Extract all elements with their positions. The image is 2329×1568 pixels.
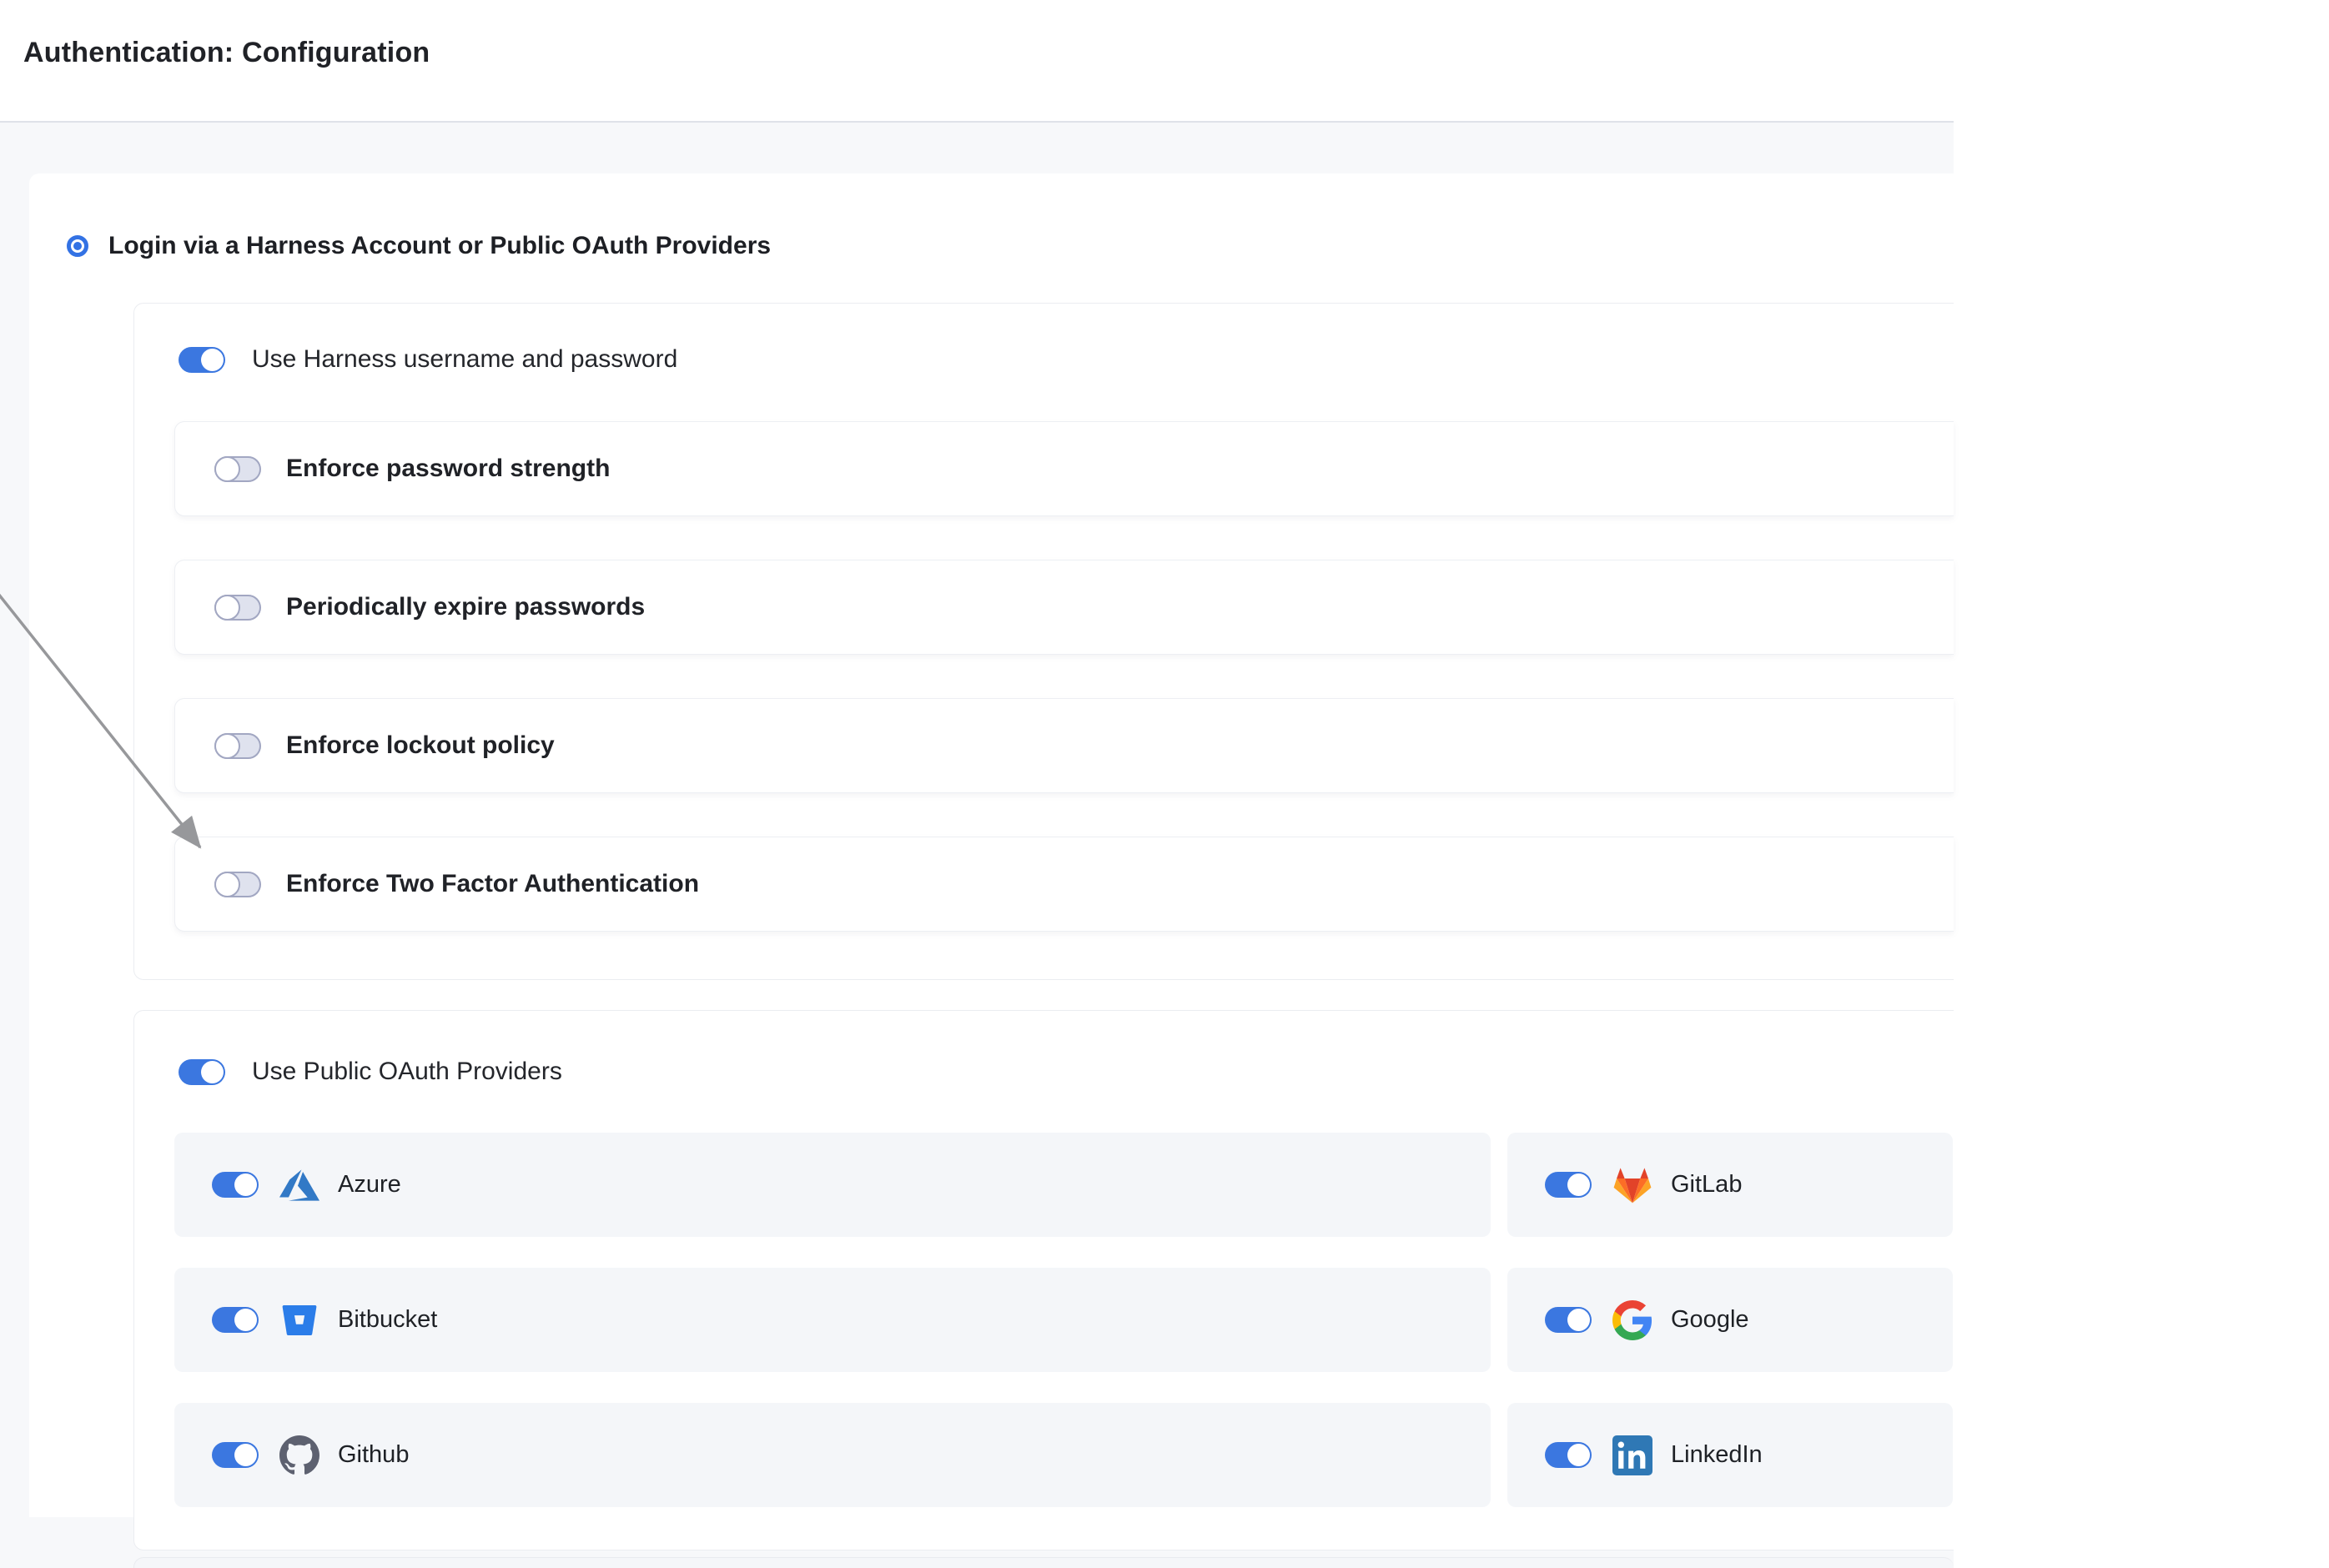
password-strength-row: Enforce password strength — [174, 421, 1954, 516]
username-password-label: Use Harness username and password — [252, 345, 677, 374]
two-factor-row: Enforce Two Factor Authentication — [174, 837, 1954, 932]
provider-row-gitlab: GitLab — [1507, 1133, 1953, 1237]
azure-label: Azure — [338, 1171, 401, 1199]
expire-passwords-row: Periodically expire passwords — [174, 560, 1954, 655]
lockout-policy-label: Enforce lockout policy — [286, 731, 555, 760]
page-title: Authentication: Configuration — [23, 37, 1954, 69]
github-toggle[interactable] — [212, 1442, 259, 1468]
lockout-policy-toggle[interactable] — [214, 733, 261, 759]
expire-passwords-label: Periodically expire passwords — [286, 593, 645, 621]
bitbucket-label: Bitbucket — [338, 1306, 437, 1334]
gitlab-label: GitLab — [1671, 1171, 1742, 1199]
azure-icon — [279, 1165, 319, 1205]
page-header: Authentication: Configuration — [0, 0, 1954, 123]
public-oauth-label: Use Public OAuth Providers — [252, 1058, 562, 1086]
provider-grid: Azure — [174, 1133, 1954, 1507]
provider-row-linkedin: LinkedIn — [1507, 1403, 1953, 1507]
username-password-row: Use Harness username and password — [179, 345, 1954, 374]
authentication-configuration-page: Authentication: Configuration Login via … — [0, 0, 1954, 1568]
provider-row-bitbucket: Bitbucket — [174, 1268, 1491, 1372]
provider-row-google: Google — [1507, 1268, 1953, 1372]
radio-selected-icon[interactable] — [67, 235, 88, 257]
expire-passwords-toggle[interactable] — [214, 595, 261, 621]
next-section-peek — [133, 1557, 1954, 1568]
linkedin-toggle[interactable] — [1545, 1442, 1592, 1468]
bitbucket-toggle[interactable] — [212, 1307, 259, 1333]
two-factor-toggle[interactable] — [214, 872, 261, 897]
bitbucket-icon — [279, 1300, 319, 1340]
password-strength-label: Enforce password strength — [286, 455, 610, 483]
gitlab-icon — [1612, 1165, 1652, 1205]
public-oauth-row: Use Public OAuth Providers — [179, 1058, 1954, 1086]
azure-toggle[interactable] — [212, 1172, 259, 1198]
provider-row-azure: Azure — [174, 1133, 1491, 1237]
content-panel: Login via a Harness Account or Public OA… — [0, 123, 1954, 1568]
google-toggle[interactable] — [1545, 1307, 1592, 1333]
harness-login-section: Use Harness username and password Enforc… — [133, 303, 1954, 980]
provider-row-github: Github — [174, 1403, 1491, 1507]
radio-login-harness-oauth[interactable]: Login via a Harness Account or Public OA… — [67, 173, 1954, 260]
lockout-policy-row: Enforce lockout policy — [174, 698, 1954, 793]
public-oauth-toggle[interactable] — [179, 1059, 225, 1085]
gitlab-toggle[interactable] — [1545, 1172, 1592, 1198]
linkedin-icon — [1612, 1435, 1652, 1475]
login-options-card: Login via a Harness Account or Public OA… — [29, 173, 1954, 1517]
github-label: Github — [338, 1441, 409, 1469]
radio-label: Login via a Harness Account or Public OA… — [108, 232, 771, 260]
two-factor-label: Enforce Two Factor Authentication — [286, 870, 699, 898]
password-strength-toggle[interactable] — [214, 456, 261, 482]
linkedin-label: LinkedIn — [1671, 1441, 1763, 1469]
oauth-section: Use Public OAuth Providers Azure — [133, 1010, 1954, 1550]
github-icon — [279, 1435, 319, 1475]
google-label: Google — [1671, 1306, 1749, 1334]
username-password-toggle[interactable] — [179, 347, 225, 373]
google-icon — [1612, 1300, 1652, 1340]
